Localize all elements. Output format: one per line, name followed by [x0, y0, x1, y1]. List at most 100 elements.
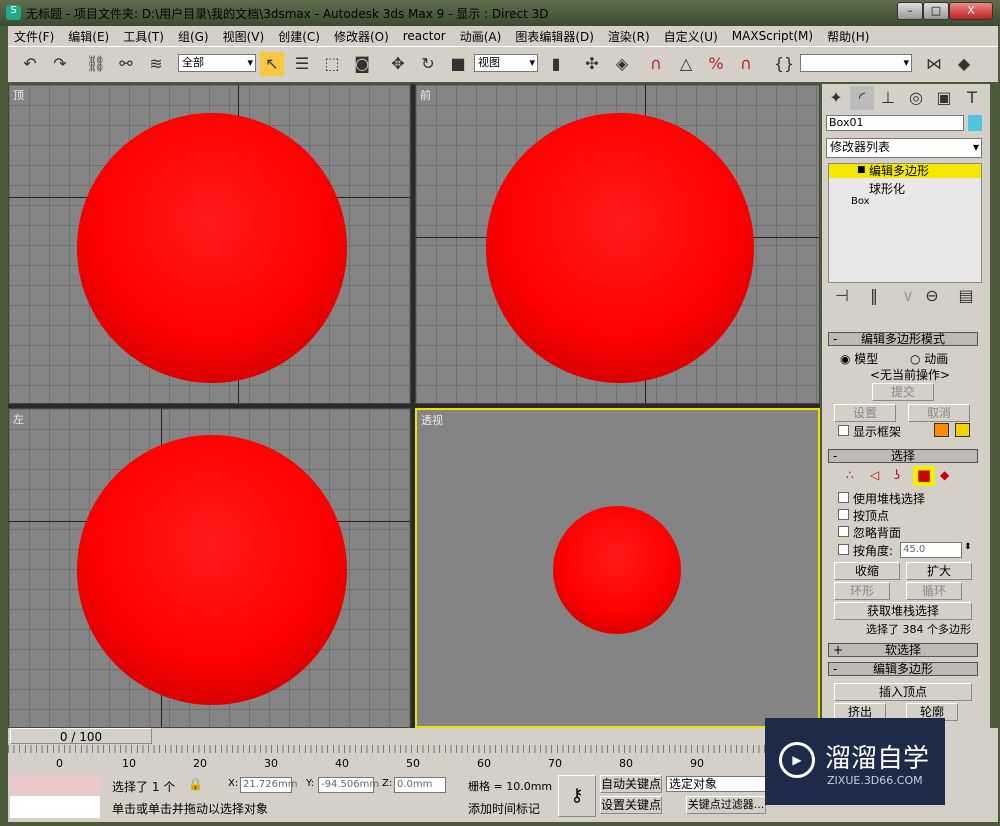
rollout-edit-polygons[interactable]: - 编辑多边形: [828, 662, 978, 676]
unlink-icon[interactable]: ⚯: [114, 52, 138, 76]
viewport-label[interactable]: 左: [13, 411, 24, 427]
select-manipulate-icon[interactable]: ✣: [580, 52, 604, 76]
rollout-edit-poly-mode[interactable]: - 编辑多边形模式: [828, 332, 978, 346]
insert-vertex-button[interactable]: 插入顶点: [834, 683, 972, 701]
select-object-icon[interactable]: ↖: [260, 52, 284, 76]
create-tab-icon[interactable]: ✦: [824, 86, 848, 110]
object-name-input[interactable]: Box01: [826, 115, 964, 131]
radio-model[interactable]: ◉ 模型: [840, 350, 878, 367]
show-cage-checkbox[interactable]: [838, 425, 849, 436]
ring-button[interactable]: 环形: [834, 582, 890, 600]
maximize-button[interactable]: □: [923, 2, 949, 20]
snap-3d-icon[interactable]: ∩: [644, 52, 668, 76]
close-button[interactable]: X: [949, 2, 993, 20]
rollout-selection[interactable]: - 选择: [828, 449, 978, 463]
menu-customize[interactable]: 自定义(U): [664, 28, 718, 45]
sphere-object[interactable]: [77, 113, 347, 383]
menu-rendering[interactable]: 渲染(R): [608, 28, 650, 45]
make-unique-icon[interactable]: ∨: [896, 284, 920, 308]
scale-icon[interactable]: ■: [446, 52, 470, 76]
by-angle-checkbox[interactable]: [838, 544, 849, 555]
rotate-icon[interactable]: ↻: [416, 52, 440, 76]
keyboard-shortcut-icon[interactable]: ◈: [610, 52, 634, 76]
angle-spinner-icon[interactable]: ⬍: [964, 542, 972, 552]
x-coord-field[interactable]: 21.726mm: [240, 777, 297, 793]
menu-group[interactable]: 组(G): [178, 28, 209, 45]
redo-icon[interactable]: ↷: [48, 52, 72, 76]
cage-color-swatch[interactable]: [934, 423, 949, 437]
edge-mode-icon[interactable]: ◁: [870, 468, 879, 482]
viewport-front[interactable]: 前: [415, 84, 820, 404]
menu-create[interactable]: 创建(C): [278, 28, 320, 45]
grow-button[interactable]: 扩大: [906, 562, 972, 580]
ignore-backface-checkbox[interactable]: [838, 526, 849, 537]
display-tab-icon[interactable]: ▣: [932, 86, 956, 110]
hierarchy-tab-icon[interactable]: ⊥: [876, 86, 900, 110]
object-color-swatch[interactable]: [968, 115, 982, 131]
radio-animate[interactable]: ○ 动画: [910, 350, 948, 367]
rollout-soft-selection[interactable]: + 软选择: [828, 643, 978, 657]
stack-item-box[interactable]: Box: [851, 196, 870, 207]
key-mode-dropdown[interactable]: 选定对象: [666, 776, 766, 792]
menu-edit[interactable]: 编辑(E): [68, 28, 109, 45]
stack-item-edit-poly[interactable]: 编辑多边形: [829, 164, 981, 178]
menu-tools[interactable]: 工具(T): [123, 28, 164, 45]
pin-stack-icon[interactable]: ⊣: [830, 284, 854, 308]
utilities-tab-icon[interactable]: T: [960, 86, 984, 110]
menu-animation[interactable]: 动画(A): [460, 28, 502, 45]
menu-help[interactable]: 帮助(H): [827, 28, 869, 45]
viewport-left[interactable]: 左: [8, 408, 411, 728]
viewport-label[interactable]: 透视: [421, 412, 443, 428]
window-crossing-icon[interactable]: ◙: [350, 52, 374, 76]
viewport-label[interactable]: 前: [420, 87, 431, 103]
modifier-list-dropdown[interactable]: 修改器列表: [826, 138, 982, 158]
add-time-tag[interactable]: 添加时间标记: [468, 800, 540, 817]
sphere-object[interactable]: [77, 435, 347, 705]
remove-modifier-icon[interactable]: ⊖: [920, 284, 944, 308]
link-icon[interactable]: ⛓: [84, 52, 108, 76]
bind-space-warp-icon[interactable]: ≋: [144, 52, 168, 76]
sphere-object[interactable]: [553, 506, 681, 634]
undo-icon[interactable]: ↶: [18, 52, 42, 76]
edit-named-selection-icon[interactable]: {}: [772, 52, 796, 76]
maxscript-input[interactable]: [10, 796, 100, 818]
commit-button[interactable]: 提交: [872, 383, 934, 401]
named-selection-dropdown[interactable]: [800, 54, 912, 72]
angle-snap-icon[interactable]: △: [674, 52, 698, 76]
minimize-button[interactable]: –: [897, 2, 923, 20]
by-vertex-checkbox[interactable]: [838, 509, 849, 520]
element-mode-icon[interactable]: ◆: [940, 468, 949, 482]
mirror-icon[interactable]: ⋈: [922, 52, 946, 76]
stack-item-spherify[interactable]: 球形化: [869, 180, 905, 197]
reference-coord-dropdown[interactable]: 视图: [474, 54, 538, 72]
show-end-result-icon[interactable]: ‖: [862, 284, 886, 308]
menu-graph-editors[interactable]: 图表编辑器(D): [515, 28, 594, 45]
settings-button[interactable]: 设置: [834, 404, 896, 422]
menu-file[interactable]: 文件(F): [14, 28, 54, 45]
selection-filter-dropdown[interactable]: 全部: [178, 54, 256, 72]
border-mode-icon[interactable]: ʖ: [894, 468, 900, 482]
angle-input[interactable]: 45.0: [900, 542, 962, 558]
select-by-name-icon[interactable]: ☰: [290, 52, 314, 76]
rect-selection-icon[interactable]: ⬚: [320, 52, 344, 76]
menu-modifiers[interactable]: 修改器(O): [334, 28, 389, 45]
move-icon[interactable]: ✥: [386, 52, 410, 76]
viewport-label[interactable]: 顶: [13, 87, 24, 103]
set-key-button[interactable]: 设置关键点: [600, 796, 662, 814]
auto-key-button[interactable]: 自动关键点: [600, 775, 662, 793]
vertex-mode-icon[interactable]: ∴: [846, 468, 854, 482]
spinner-snap-icon[interactable]: ∩: [734, 52, 758, 76]
sphere-object[interactable]: [486, 113, 754, 383]
pivot-center-icon[interactable]: ▮: [544, 52, 568, 76]
expand-icon[interactable]: ■: [857, 165, 866, 175]
loop-button[interactable]: 循环: [906, 582, 962, 600]
menu-reactor[interactable]: reactor: [403, 29, 446, 43]
motion-tab-icon[interactable]: ◎: [904, 86, 928, 110]
viewport-perspective[interactable]: 透视: [415, 408, 820, 728]
menu-maxscript[interactable]: MAXScript(M): [732, 29, 813, 43]
cancel-button[interactable]: 取消: [908, 404, 970, 422]
get-stack-selection-button[interactable]: 获取堆栈选择: [834, 602, 972, 620]
key-filters-button[interactable]: 关键点过滤器...: [686, 796, 766, 814]
viewport-top[interactable]: 顶: [8, 84, 411, 404]
track-bar[interactable]: 0 10 20 30 40 50 60 70 80 90: [8, 745, 768, 773]
